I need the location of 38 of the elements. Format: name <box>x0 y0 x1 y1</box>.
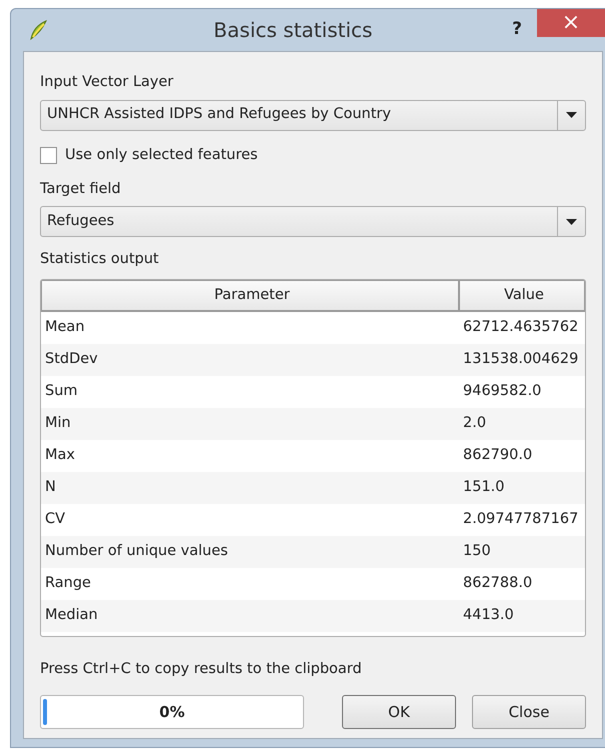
progress-reading: 0% <box>159 702 185 722</box>
table-cell-text: 62712.4635762 <box>462 318 580 338</box>
caret-icon <box>566 112 577 118</box>
column-header[interactable]: Parameter <box>41 280 459 311</box>
field-label: Input Vector Layer <box>40 73 174 92</box>
close-button[interactable]: × <box>537 9 605 37</box>
table-cell-text: 9469582.0 <box>462 382 542 402</box>
layer-dropdown[interactable]: UNHCR Assisted IDPS and Refugees by Country <box>40 100 586 131</box>
table-cell-text: StdDev <box>44 350 99 370</box>
hint-text: Press Ctrl+C to copy results to the clipboard <box>40 660 363 679</box>
table-cell-text: CV <box>44 510 66 530</box>
help-button[interactable]: ? <box>497 17 537 43</box>
table-cell-text: Min <box>44 414 72 434</box>
table-cell-text: 862788.0 <box>462 574 534 594</box>
table-cell-text: Median <box>44 606 99 626</box>
table-cell-text: 150 <box>462 542 492 562</box>
table-cell-text: Max <box>44 446 76 466</box>
table-cell-text: 2.0 <box>462 414 488 434</box>
field-dropdown[interactable]: Refugees <box>40 206 586 238</box>
caret-icon <box>566 218 577 225</box>
checkbox-label: Use only selected features <box>65 146 258 165</box>
close-dialog-button[interactable]: Close <box>472 694 586 729</box>
table-cell-text: N <box>44 478 57 498</box>
table-cell-text: 151.0 <box>462 478 506 498</box>
table-cell-text: Mean <box>44 318 86 338</box>
table-cell-text: Range <box>44 574 92 594</box>
checkbox[interactable] <box>40 147 57 164</box>
field-label: Target field <box>40 180 122 198</box>
table-cell-text: 862790.0 <box>462 446 534 466</box>
table-cell-text: Sum <box>44 382 79 402</box>
window-title: Basics statistics <box>212 17 374 44</box>
section-label: Statistics output <box>40 250 160 270</box>
table-cell-text: 2.09747787167 <box>462 510 580 530</box>
column-header[interactable]: Value <box>459 280 585 311</box>
table-cell-text: Number of unique values <box>44 542 229 562</box>
ok-button[interactable]: OK <box>342 694 456 729</box>
table-cell-text: 131538.004629 <box>462 350 580 370</box>
table-cell-text: 4413.0 <box>462 606 515 626</box>
